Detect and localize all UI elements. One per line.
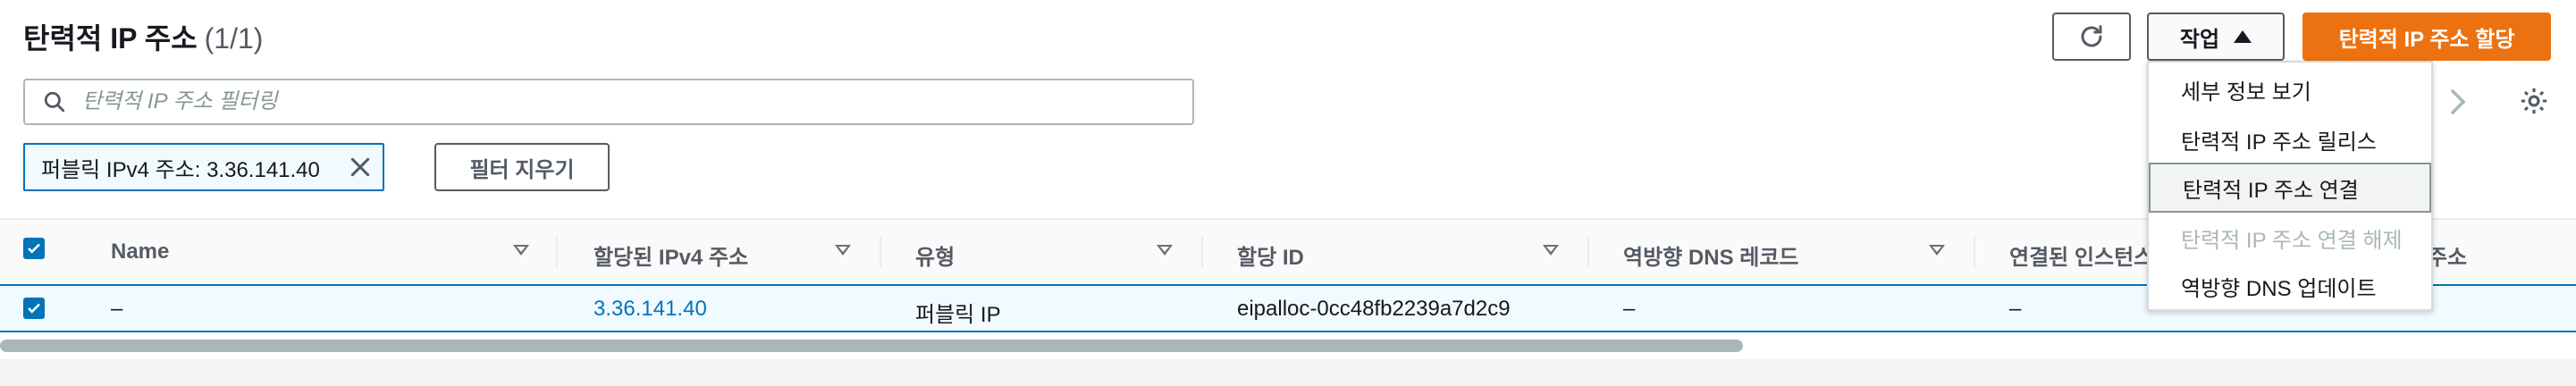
- selection-count: (1/1): [204, 22, 264, 55]
- search-icon: [44, 91, 65, 113]
- clear-filters-button[interactable]: 필터 지우기: [434, 143, 610, 191]
- bottom-area: [0, 359, 2576, 386]
- column-divider[interactable]: [1974, 236, 1975, 268]
- search-input[interactable]: [82, 89, 1155, 114]
- sort-icon[interactable]: [513, 245, 529, 256]
- refresh-icon: [2081, 25, 2102, 47]
- checkbox-checked-icon: [28, 303, 40, 314]
- column-header-type[interactable]: 유형: [915, 239, 955, 271]
- sort-icon[interactable]: [1157, 245, 1173, 256]
- actions-label: 작업: [2179, 27, 2220, 52]
- menu-item-update-reverse-dns[interactable]: 역방향 DNS 업데이트: [2149, 261, 2431, 311]
- sort-icon[interactable]: [1543, 245, 1559, 256]
- column-header-ipv4[interactable]: 할당된 IPv4 주소: [593, 239, 748, 271]
- gear-icon[interactable]: [2519, 86, 2549, 116]
- row-checkbox[interactable]: [23, 298, 45, 319]
- elastic-ip-page: 탄력적 IP 주소(1/1) 작업 탄력적 IP 주소 할당 퍼블릭 IPv4 …: [0, 0, 2576, 386]
- column-divider[interactable]: [556, 236, 558, 268]
- menu-item-view-details[interactable]: 세부 정보 보기: [2149, 64, 2431, 114]
- column-header-allocation-id[interactable]: 할당 ID: [1237, 239, 1304, 271]
- cell-allocation-id: eipalloc-0cc48fb2239a7d2c9: [1237, 297, 1511, 321]
- menu-item-disassociate-eip: 탄력적 IP 주소 연결 해제: [2181, 228, 2403, 253]
- actions-dropdown-button[interactable]: 작업: [2147, 13, 2285, 61]
- horizontal-scrollbar[interactable]: [0, 340, 1743, 352]
- filter-token-text: 퍼블릭 IPv4 주소: 3.36.141.40: [41, 157, 320, 182]
- cell-reverse-dns: –: [1623, 297, 1636, 321]
- column-header-name[interactable]: Name: [111, 239, 169, 264]
- sort-icon[interactable]: [1929, 245, 1945, 256]
- allocate-eip-button[interactable]: 탄력적 IP 주소 할당: [2302, 13, 2551, 61]
- menu-item-release-eip[interactable]: 탄력적 IP 주소 릴리스: [2149, 114, 2431, 164]
- refresh-button[interactable]: [2052, 13, 2131, 61]
- cell-instance: –: [2009, 297, 2022, 321]
- menu-item-associate-eip[interactable]: 탄력적 IP 주소 연결: [2149, 163, 2431, 213]
- select-all-checkbox[interactable]: [23, 238, 45, 259]
- search-box[interactable]: [23, 79, 1194, 125]
- actions-menu: 세부 정보 보기 탄력적 IP 주소 릴리스 탄력적 IP 주소 연결 탄력적 …: [2147, 61, 2433, 311]
- column-header-reverse-dns[interactable]: 역방향 DNS 레코드: [1623, 239, 1799, 271]
- close-icon[interactable]: [349, 155, 372, 179]
- caret-up-icon: [2234, 30, 2252, 43]
- page-title-text: 탄력적 IP 주소: [23, 22, 198, 55]
- column-divider[interactable]: [880, 236, 881, 268]
- page-title: 탄력적 IP 주소 (1/1): [23, 16, 263, 57]
- filter-token: 퍼블릭 IPv4 주소: 3.36.141.40: [23, 143, 384, 191]
- checkbox-checked-icon: [28, 243, 40, 254]
- cell-name: –: [111, 297, 123, 321]
- chevron-right-icon[interactable]: [2447, 86, 2469, 118]
- column-divider[interactable]: [1201, 236, 1203, 268]
- cell-ipv4-link[interactable]: 3.36.141.40: [593, 297, 707, 322]
- cell-type: 퍼블릭 IP: [915, 303, 1001, 327]
- column-divider[interactable]: [1587, 236, 1589, 268]
- sort-icon[interactable]: [835, 245, 851, 256]
- column-header-instance[interactable]: 연결된 인스턴스: [2009, 239, 2153, 271]
